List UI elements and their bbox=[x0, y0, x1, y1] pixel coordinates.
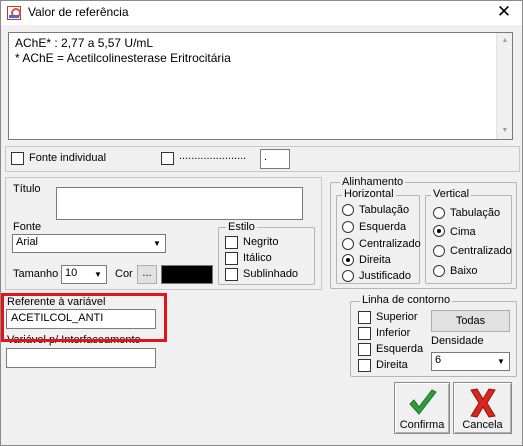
tamanho-label: Tamanho bbox=[13, 268, 59, 280]
small-field[interactable]: . bbox=[260, 149, 290, 169]
linha-contorno-title: Linha de contorno bbox=[360, 294, 453, 306]
check-icon bbox=[409, 389, 437, 415]
chevron-down-icon[interactable]: ▼ bbox=[149, 235, 165, 252]
fonte-value: Arial bbox=[16, 236, 39, 248]
esquerda-label: Esquerda bbox=[376, 343, 424, 355]
scroll-down-icon[interactable]: ▼ bbox=[497, 123, 513, 139]
h-direita-label: Direita bbox=[359, 254, 391, 266]
small-field-value: . bbox=[264, 151, 268, 163]
negrito-checkbox[interactable] bbox=[225, 236, 238, 249]
dialog-window: Valor de referência ✕ AChE* : 2,77 a 5,5… bbox=[0, 0, 523, 446]
interfaceamento-input[interactable] bbox=[6, 348, 156, 368]
superior-checkbox[interactable] bbox=[358, 311, 371, 324]
confirm-label: Confirma bbox=[399, 419, 445, 431]
dotted-label: ...................... bbox=[179, 150, 247, 162]
scroll-up-icon[interactable]: ▲ bbox=[497, 33, 513, 49]
h-centralizado-label: Centralizado bbox=[359, 238, 421, 250]
densidade-label: Densidade bbox=[431, 335, 484, 347]
cor-label: Cor bbox=[115, 268, 133, 280]
v-cima-label: Cima bbox=[450, 226, 476, 238]
h-esquerda-label: Esquerda bbox=[359, 221, 407, 233]
app-icon bbox=[7, 6, 21, 20]
todas-button[interactable]: Todas bbox=[431, 310, 510, 332]
v-centralizado-radio[interactable] bbox=[433, 245, 445, 257]
inferior-label: Inferior bbox=[376, 327, 411, 339]
close-icon[interactable]: ✕ bbox=[492, 2, 516, 22]
titulo-input[interactable] bbox=[56, 187, 303, 220]
v-tabulacao-label: Tabulação bbox=[450, 207, 501, 219]
v-tabulacao-radio[interactable] bbox=[433, 207, 445, 219]
fonte-label: Fonte bbox=[13, 221, 42, 233]
h-centralizado-radio[interactable] bbox=[342, 238, 354, 250]
titulo-label: Título bbox=[13, 183, 41, 195]
color-swatch bbox=[161, 265, 213, 284]
reference-line-1: AChE* : 2,77 a 5,57 U/mL bbox=[15, 36, 154, 50]
direita-label: Direita bbox=[376, 359, 408, 371]
fonte-select[interactable]: Arial ▼ bbox=[12, 234, 166, 253]
densidade-value: 6 bbox=[435, 354, 442, 366]
chevron-down-icon[interactable]: ▼ bbox=[90, 266, 106, 283]
vertical-title: Vertical bbox=[431, 188, 472, 200]
reference-text-area[interactable]: AChE* : 2,77 a 5,57 U/mL * AChE = Acetil… bbox=[8, 32, 513, 140]
h-esquerda-radio[interactable] bbox=[342, 221, 354, 233]
negrito-label: Negrito bbox=[243, 236, 279, 248]
v-centralizado-label: Centralizado bbox=[450, 245, 512, 257]
alinhamento-title: Alinhamento bbox=[340, 176, 406, 188]
inferior-checkbox[interactable] bbox=[358, 327, 371, 340]
fonte-individual-label: Fonte individual bbox=[29, 152, 107, 164]
confirm-button[interactable]: Confirma bbox=[394, 382, 450, 434]
fonte-individual-checkbox[interactable] bbox=[11, 152, 24, 165]
cancel-label: Cancela bbox=[462, 419, 503, 431]
h-direita-radio[interactable] bbox=[342, 254, 354, 266]
tamanho-value: 10 bbox=[65, 267, 78, 279]
estilo-title: Estilo bbox=[226, 221, 257, 233]
superior-label: Superior bbox=[376, 311, 418, 323]
tamanho-select[interactable]: 10 ▼ bbox=[61, 265, 107, 284]
cancel-x-icon bbox=[470, 388, 496, 418]
cor-picker-button[interactable]: ... bbox=[137, 265, 157, 284]
reference-line-2: * AChE = Acetilcolinesterase Eritrocitár… bbox=[15, 51, 231, 65]
vertical-scrollbar[interactable]: ▲ ▼ bbox=[496, 33, 512, 139]
v-baixo-label: Baixo bbox=[450, 265, 478, 277]
esquerda-checkbox[interactable] bbox=[358, 343, 371, 356]
cancel-button[interactable]: Cancela bbox=[453, 382, 512, 434]
italico-checkbox[interactable] bbox=[225, 252, 238, 265]
sublinhado-label: Sublinhado bbox=[243, 268, 299, 280]
chevron-down-icon[interactable]: ▼ bbox=[493, 353, 509, 370]
v-baixo-radio[interactable] bbox=[433, 265, 445, 277]
italico-label: Itálico bbox=[243, 252, 272, 264]
horizontal-title: Horizontal bbox=[342, 188, 396, 200]
h-justificado-radio[interactable] bbox=[342, 270, 354, 282]
title-bar: Valor de referência ✕ bbox=[1, 1, 522, 25]
direita-checkbox[interactable] bbox=[358, 359, 371, 372]
highlight-box bbox=[1, 293, 167, 342]
sublinhado-checkbox[interactable] bbox=[225, 268, 238, 281]
dotted-checkbox[interactable] bbox=[161, 152, 174, 165]
h-justificado-label: Justificado bbox=[359, 270, 411, 282]
window-title: Valor de referência bbox=[28, 5, 129, 19]
v-cima-radio[interactable] bbox=[433, 225, 445, 237]
h-tabulacao-radio[interactable] bbox=[342, 204, 354, 216]
h-tabulacao-label: Tabulação bbox=[359, 204, 410, 216]
densidade-select[interactable]: 6 ▼ bbox=[431, 352, 510, 371]
